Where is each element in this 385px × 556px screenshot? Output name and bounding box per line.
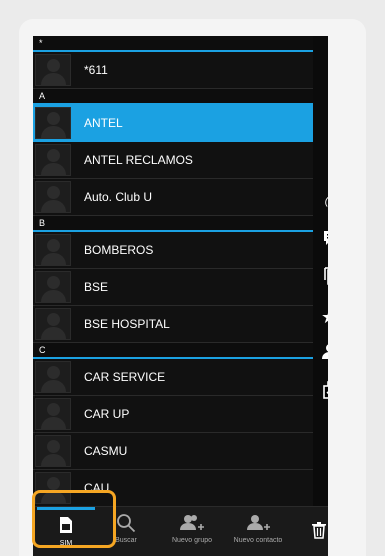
delete-button[interactable]	[309, 507, 328, 556]
contact-row[interactable]: BOMBEROS	[33, 232, 313, 269]
contact-row[interactable]: CAR UP	[33, 396, 313, 433]
avatar	[35, 181, 71, 213]
avatar	[35, 398, 71, 430]
tab-new-contact[interactable]: Nuevo contacto	[227, 507, 289, 556]
star-add-icon[interactable]: ★+	[319, 304, 328, 330]
section-header-star: *	[33, 36, 313, 52]
avatar	[35, 107, 71, 139]
section-header-b: B	[33, 216, 313, 232]
new-contact-icon	[227, 513, 289, 535]
contact-name: CAR UP	[84, 407, 130, 421]
contact-edit-icon[interactable]	[319, 342, 328, 368]
tab-new-group[interactable]: Nuevo grupo	[161, 507, 223, 556]
contact-name: ANTEL	[84, 116, 123, 130]
section-letter: A	[39, 91, 46, 101]
new-group-icon	[161, 513, 223, 535]
avatar	[35, 54, 71, 86]
contact-row-selected[interactable]: ANTEL	[33, 105, 313, 142]
contact-row[interactable]: Auto. Club U	[33, 179, 313, 216]
avatar	[35, 144, 71, 176]
section-letter: *	[39, 38, 43, 48]
delete-icon	[309, 521, 328, 543]
contact-name: *611	[84, 63, 108, 77]
phone-icon[interactable]: ✆	[319, 190, 328, 216]
contact-row[interactable]: BSE HOSPITAL	[33, 306, 313, 343]
section-letter: C	[39, 345, 46, 355]
tab-label: Nuevo grupo	[171, 537, 213, 544]
contact-row[interactable]: CAR SERVICE	[33, 359, 313, 396]
avatar	[35, 435, 71, 467]
avatar	[35, 271, 71, 303]
contact-name: BOMBEROS	[84, 243, 154, 257]
section-letter: B	[39, 218, 46, 228]
phone-screen: * *611 A ANTEL ANTEL RECLAMOS Auto. Club…	[33, 36, 328, 556]
section-header-a: A	[33, 89, 313, 105]
contact-row[interactable]: CASMU	[33, 433, 313, 470]
sim-tab-highlight	[32, 490, 116, 548]
select-multiple-icon[interactable]	[319, 380, 328, 406]
avatar	[35, 234, 71, 266]
contact-name: BSE	[84, 280, 109, 294]
section-header-c: C	[33, 343, 313, 359]
contact-row[interactable]: BSE	[33, 269, 313, 306]
contact-name: BSE HOSPITAL	[84, 317, 170, 331]
contact-name: Auto. Club U	[84, 190, 153, 204]
contact-name: CASMU	[84, 444, 128, 458]
contact-row[interactable]: *611	[33, 52, 313, 89]
avatar	[35, 308, 71, 340]
contact-name: CAR SERVICE	[84, 370, 166, 384]
copy-icon[interactable]	[319, 266, 328, 292]
contact-row[interactable]: ANTEL RECLAMOS	[33, 142, 313, 179]
contact-list[interactable]: * *611 A ANTEL ANTEL RECLAMOS Auto. Club…	[33, 36, 313, 507]
tab-label: Nuevo contacto	[233, 537, 283, 544]
avatar	[35, 361, 71, 393]
message-icon[interactable]	[319, 228, 328, 254]
contact-name: ANTEL RECLAMOS	[84, 153, 193, 167]
